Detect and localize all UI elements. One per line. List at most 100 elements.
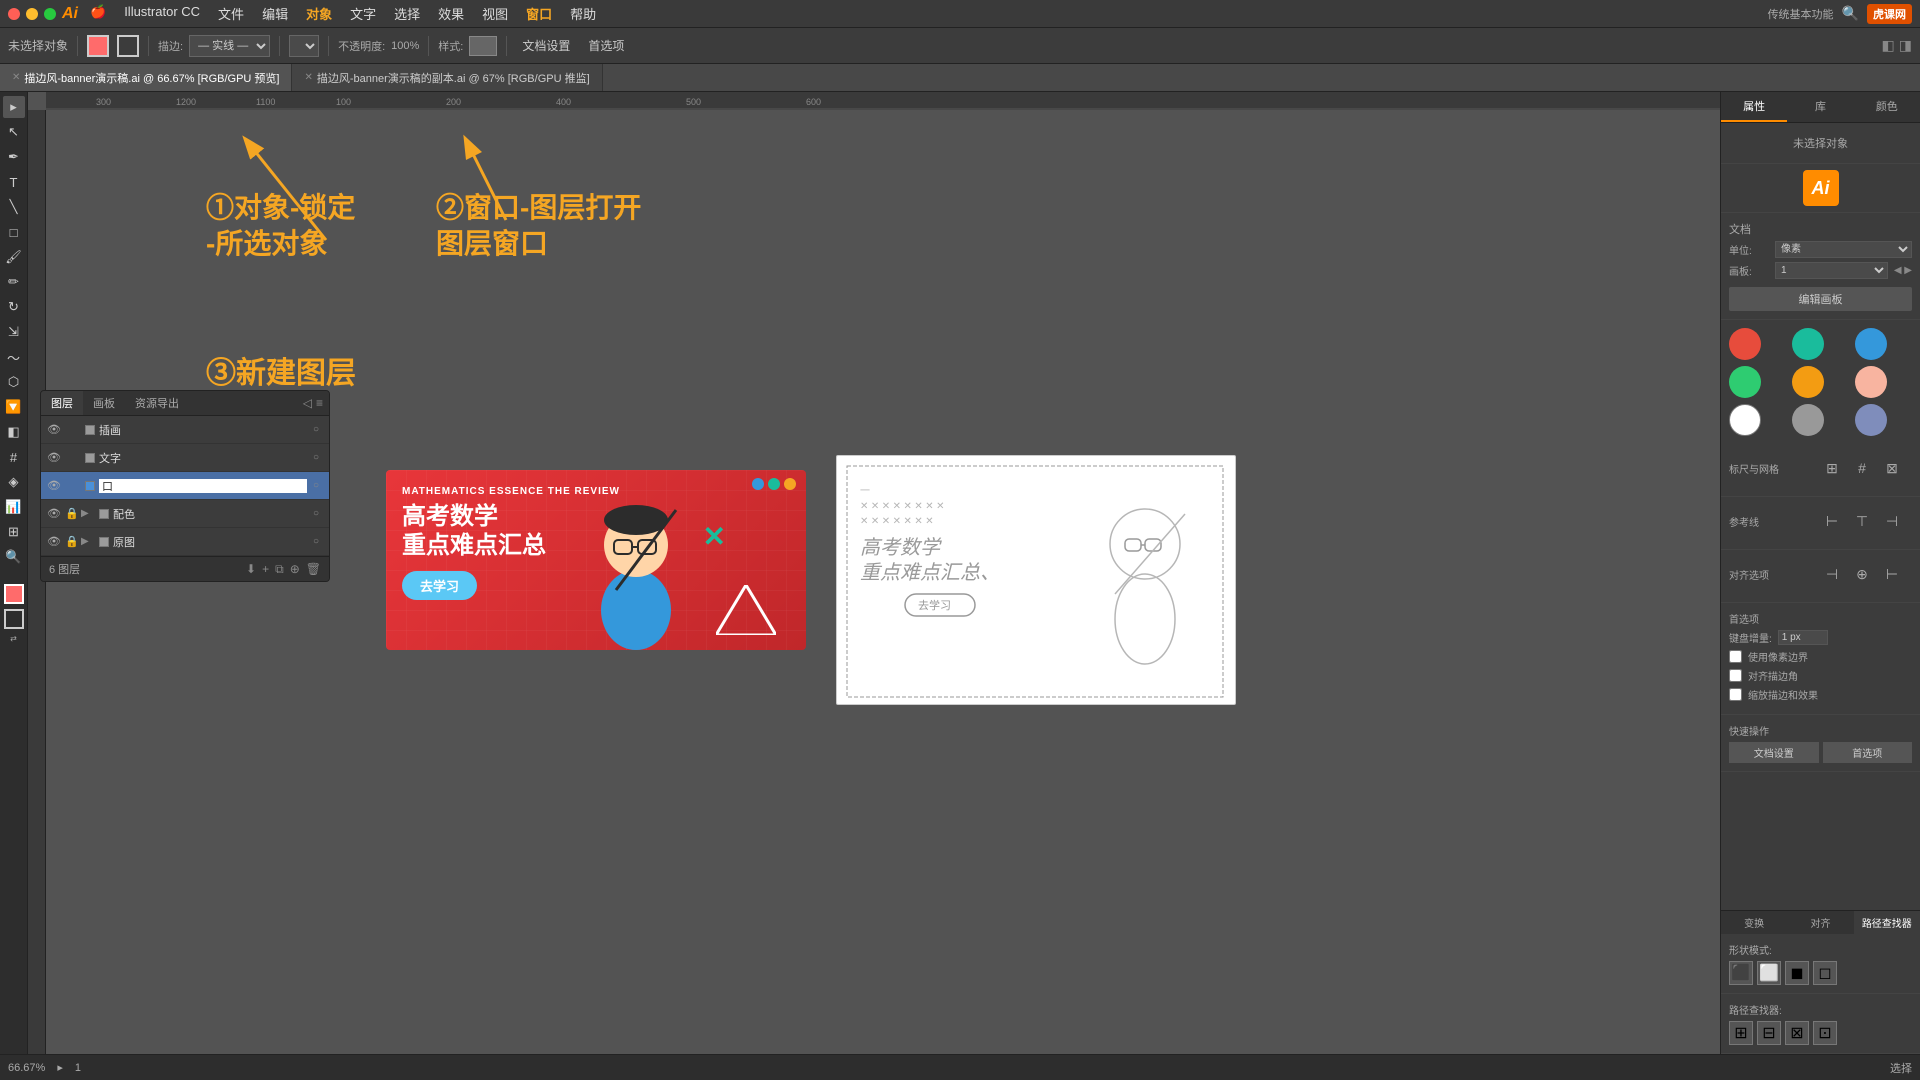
banner-button[interactable]: 去学习 <box>402 571 477 600</box>
color-pink[interactable] <box>1855 366 1887 398</box>
layer-row-illustration[interactable]: 👁 🔒 插画 ○ <box>41 416 329 444</box>
color-gray[interactable] <box>1792 404 1824 436</box>
lock-palette[interactable]: 🔒 <box>63 507 81 520</box>
align-left-icon[interactable]: ⊣ <box>1820 562 1844 586</box>
maximize-button[interactable] <box>44 8 56 20</box>
color-blue[interactable] <box>1855 328 1887 360</box>
collapse-icon[interactable]: ◁ <box>303 396 312 410</box>
layer-row-active[interactable]: 👁 🔒 ○ <box>41 472 329 500</box>
expand-palette[interactable]: ▶ <box>81 508 95 519</box>
tab-library[interactable]: 库 <box>1787 92 1853 122</box>
align-right-icon[interactable]: ⊢ <box>1880 562 1904 586</box>
scale-tool[interactable]: ⇲ <box>3 321 25 343</box>
color-white[interactable] <box>1729 404 1761 436</box>
edit-board-btn[interactable]: 编辑画板 <box>1729 287 1912 311</box>
rotate-tool[interactable]: ↻ <box>3 296 25 318</box>
menu-file[interactable]: 文件 <box>218 4 244 23</box>
guide-icon2[interactable]: ⊤ <box>1850 509 1874 533</box>
crop-icon[interactable]: ⊡ <box>1813 1021 1837 1045</box>
menu-help[interactable]: 帮助 <box>570 4 596 23</box>
minimize-button[interactable] <box>26 8 38 20</box>
snap-corner-checkbox[interactable] <box>1729 669 1742 682</box>
merge-icon[interactable]: ⊠ <box>1785 1021 1809 1045</box>
snap-effect-checkbox[interactable] <box>1729 688 1742 701</box>
layer-row-palette[interactable]: 👁 🔒 ▶ 配色 ○ <box>41 500 329 528</box>
panels-icon2[interactable]: ◨ <box>1899 37 1912 54</box>
board-nav[interactable]: ◀ ▶ <box>1894 265 1912 276</box>
layer-visible-illustration[interactable]: ○ <box>307 424 325 435</box>
gradient-tool[interactable]: ◧ <box>3 421 25 443</box>
doc-settings-btn[interactable]: 文档设置 <box>516 35 576 56</box>
tab-2[interactable]: ✕ 描边风-banner演示稿的副本.ai @ 67% [RGB/GPU 推监] <box>292 64 602 91</box>
slice-tool[interactable]: ⊞ <box>3 521 25 543</box>
graph-tool[interactable]: 📊 <box>3 496 25 518</box>
ruler-icon[interactable]: # <box>1850 456 1874 480</box>
tab-1-close[interactable]: ✕ <box>12 72 20 83</box>
color-teal[interactable] <box>1792 328 1824 360</box>
snap-icon[interactable]: ⊠ <box>1880 456 1904 480</box>
new-layer-below-icon[interactable]: ⬇ <box>246 562 256 577</box>
color-periwinkle[interactable] <box>1855 404 1887 436</box>
expand-original[interactable]: ▶ <box>81 536 95 547</box>
select-tool[interactable]: ▸ <box>3 96 25 118</box>
menu-view[interactable]: 视图 <box>482 4 508 23</box>
board-select[interactable]: 1 <box>1775 262 1888 279</box>
eye-original[interactable]: 👁 <box>45 535 63 548</box>
menu-object[interactable]: 对象 <box>306 4 332 23</box>
shape-builder-tool[interactable]: ◈ <box>3 471 25 493</box>
zoom-tool[interactable]: 🔍 <box>3 546 25 568</box>
snap-pixel-checkbox[interactable] <box>1729 650 1742 663</box>
blend-tool[interactable]: ⬡ <box>3 371 25 393</box>
layer-name-input[interactable] <box>99 479 307 493</box>
tab-2-close[interactable]: ✕ <box>304 72 312 83</box>
search-icon[interactable]: 🔍 <box>1842 5 1859 22</box>
lock-illustration[interactable]: 🔒 <box>63 423 81 436</box>
exclude-icon[interactable]: ◻ <box>1813 961 1837 985</box>
fill-color[interactable] <box>4 584 24 604</box>
eye-illustration[interactable]: 👁 <box>45 423 63 436</box>
layers-tab-artboard[interactable]: 画板 <box>83 391 125 415</box>
preferences-btn[interactable]: 首选项 <box>582 35 630 56</box>
intersect-icon[interactable]: ◼ <box>1785 961 1809 985</box>
guide-icon3[interactable]: ⊣ <box>1880 509 1904 533</box>
menu-edit[interactable]: 编辑 <box>262 4 288 23</box>
eyedropper-tool[interactable]: 🔽 <box>3 396 25 418</box>
quick-prefs-btn[interactable]: 首选项 <box>1823 742 1913 763</box>
menu-text[interactable]: 文字 <box>350 4 376 23</box>
style-swatch[interactable] <box>469 36 497 56</box>
tab-align[interactable]: 对齐 <box>1787 911 1853 934</box>
minus-icon[interactable]: ⬜ <box>1757 961 1781 985</box>
keyboard-input[interactable] <box>1778 630 1828 645</box>
trim-icon[interactable]: ⊟ <box>1757 1021 1781 1045</box>
menu-effect[interactable]: 效果 <box>438 4 464 23</box>
rect-tool[interactable]: □ <box>3 221 25 243</box>
menu-apple[interactable]: 🍎 <box>90 4 106 23</box>
points-select[interactable]: 3 点圆形 <box>289 35 319 57</box>
unit-select[interactable]: 像素 <box>1775 241 1912 258</box>
layer-visible-palette[interactable]: ○ <box>307 508 325 519</box>
stroke-color[interactable] <box>4 609 24 629</box>
layer-row-text[interactable]: 👁 🔒 文字 ○ <box>41 444 329 472</box>
menu-illustrator[interactable]: Illustrator CC <box>124 4 200 23</box>
traffic-lights[interactable] <box>8 8 56 20</box>
guide-icon1[interactable]: ⊢ <box>1820 509 1844 533</box>
paintbrush-tool[interactable]: 🖌 <box>3 246 25 268</box>
panels-icon[interactable]: ◧ <box>1882 37 1895 54</box>
delete-layer-icon[interactable]: 🗑 <box>306 562 321 577</box>
layer-row-original[interactable]: 👁 🔒 ▶ 原图 ○ <box>41 528 329 556</box>
lock-original[interactable]: 🔒 <box>63 535 81 548</box>
lock-text[interactable]: 🔒 <box>63 451 81 464</box>
merge-icon[interactable]: ⊕ <box>290 562 300 577</box>
mesh-tool[interactable]: # <box>3 446 25 468</box>
close-button[interactable] <box>8 8 20 20</box>
type-tool[interactable]: T <box>3 171 25 193</box>
line-tool[interactable]: ╲ <box>3 196 25 218</box>
layers-tab-export[interactable]: 资源导出 <box>125 391 189 415</box>
tab-1[interactable]: ✕ 描边风-banner演示稿.ai @ 66.67% [RGB/GPU 预览] <box>0 64 292 91</box>
layer-visible-original[interactable]: ○ <box>307 536 325 547</box>
fill-swatch[interactable] <box>87 35 109 57</box>
pen-tool[interactable]: ✒ <box>3 146 25 168</box>
stroke-swatch[interactable] <box>117 35 139 57</box>
divide-icon[interactable]: ⊞ <box>1729 1021 1753 1045</box>
stroke-select[interactable]: — 实线 — <box>189 35 270 57</box>
